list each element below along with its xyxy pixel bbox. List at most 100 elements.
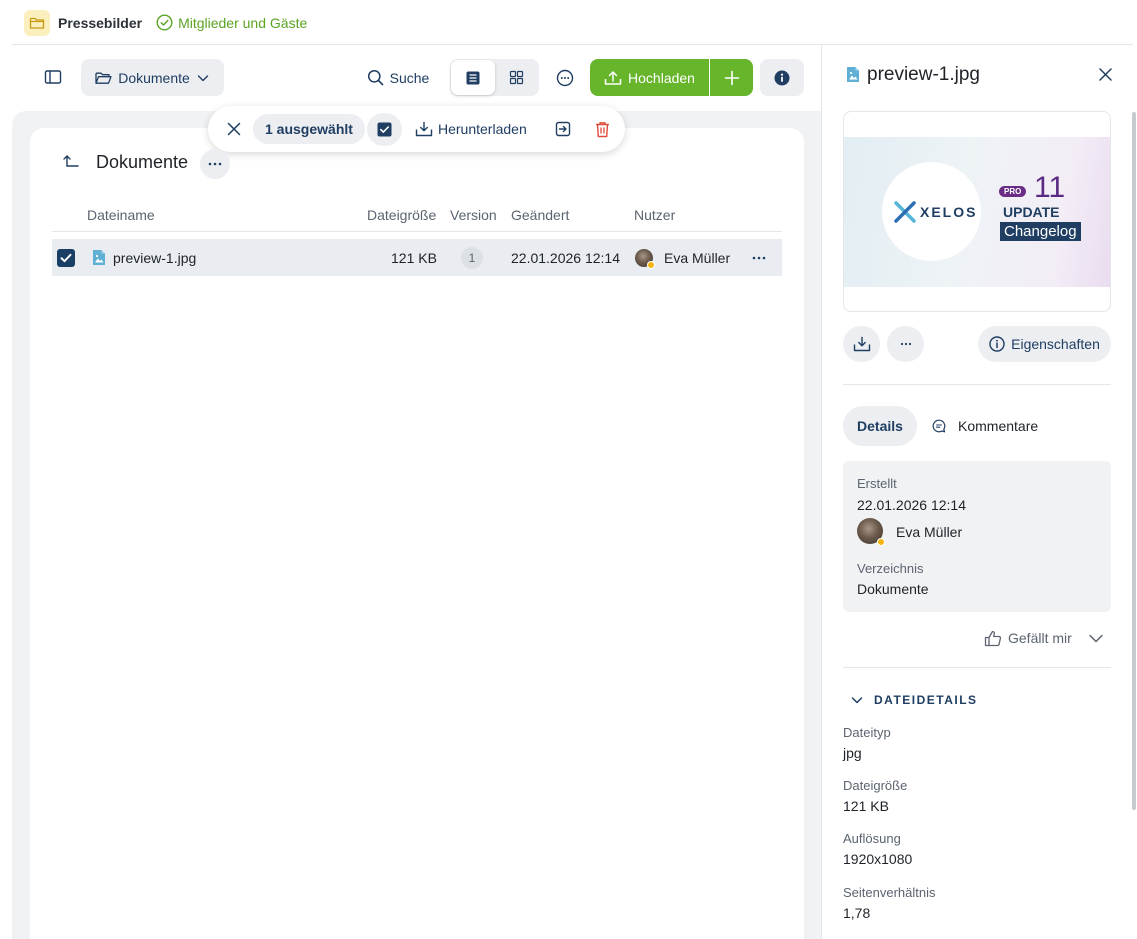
panel-divider-2 (843, 667, 1111, 668)
list-view-button[interactable] (451, 60, 495, 95)
upload-label: Hochladen (628, 69, 695, 86)
toggle-sidebar-button[interactable] (36, 60, 70, 94)
info-panel-button[interactable] (760, 59, 804, 96)
folder-more-button[interactable] (200, 149, 230, 179)
trash-icon (595, 121, 609, 137)
grid-view-button[interactable] (495, 60, 538, 95)
panel-title: preview-1.jpg (867, 64, 980, 85)
row-more-button[interactable] (748, 247, 770, 269)
column-header-user[interactable]: Nutzer (634, 207, 675, 223)
row-checkbox[interactable] (57, 249, 75, 267)
column-header-version[interactable]: Version (450, 207, 497, 223)
plus-icon (724, 70, 739, 85)
details-box: Erstellt 22.01.2026 12:14 Eva Müller Ver… (843, 461, 1111, 612)
create-new-button[interactable] (710, 59, 753, 96)
aspect-ratio-label: Seitenverhältnis (843, 885, 936, 900)
folder-dropdown[interactable]: Dokumente (81, 59, 224, 96)
properties-label: Eigenschaften (1011, 336, 1100, 352)
table-header-divider (52, 231, 782, 232)
row-user-name[interactable]: Eva Müller (664, 250, 730, 266)
like-button[interactable]: Gefällt mir (984, 626, 1072, 650)
more-horizontal-icon (752, 256, 766, 260)
tab-comments-label: Kommentare (958, 418, 1039, 434)
avatar (635, 249, 655, 269)
file-type-value: jpg (843, 745, 862, 761)
topbar-divider (12, 44, 1133, 45)
move-selected-button[interactable] (552, 118, 574, 140)
members-label: Mitglieder und Gäste (178, 14, 308, 31)
grid-view-icon (509, 70, 524, 85)
column-header-size[interactable]: Dateigröße (367, 207, 436, 223)
download-icon (415, 121, 433, 137)
column-header-name[interactable]: Dateiname (87, 207, 155, 223)
pro-badge: PRO (999, 186, 1027, 197)
close-panel-button[interactable] (1095, 64, 1115, 84)
properties-button[interactable]: Eigenschaften (978, 326, 1111, 362)
chevron-down-icon (851, 697, 863, 704)
version-number: 11 (1034, 171, 1066, 204)
space-name[interactable]: Pressebilder (58, 15, 142, 31)
check-icon (60, 253, 72, 263)
close-icon (1098, 67, 1112, 81)
row-file-size: 121 KB (391, 250, 437, 266)
selection-count: 1 ausgewählt (253, 114, 365, 144)
space-folder-icon[interactable] (24, 9, 50, 36)
file-size-label: Dateigröße (843, 778, 908, 793)
chevron-down-icon[interactable] (1087, 629, 1105, 647)
column-header-changed[interactable]: Geändert (511, 207, 569, 223)
delete-selected-button[interactable] (591, 118, 613, 140)
file-preview[interactable]: XELOS PRO 11 UPDATE Changelog (843, 111, 1111, 312)
arrow-up-left-icon (63, 155, 79, 167)
chevron-down-icon (197, 74, 208, 81)
more-options-button[interactable] (549, 62, 580, 93)
upload-icon (604, 70, 622, 85)
changelog-text: Changelog (1000, 222, 1081, 241)
check-circle-icon (156, 14, 173, 31)
parent-folder-button[interactable] (60, 150, 82, 172)
panel-more-button[interactable] (887, 326, 924, 362)
panel-divider-1 (843, 384, 1111, 385)
info-icon (774, 70, 790, 85)
sidebar-icon (44, 70, 62, 84)
more-horizontal-icon (208, 162, 222, 166)
directory-value[interactable]: Dokumente (857, 581, 929, 597)
tab-details[interactable]: Details (843, 406, 917, 446)
select-all-button[interactable] (367, 113, 402, 146)
selection-bar: 1 ausgewählt Herunterladen (208, 106, 625, 152)
xelos-wordmark: XELOS (920, 204, 978, 220)
download-selected-button[interactable]: Herunterladen (415, 118, 527, 140)
folder-title: Dokumente (96, 152, 189, 172)
file-details-toggle[interactable]: DATEIDETAILS (850, 693, 978, 707)
file-type-label: Dateityp (843, 725, 891, 740)
image-file-icon (847, 67, 859, 82)
tab-comments[interactable]: Kommentare (932, 406, 1038, 446)
members-link[interactable]: Mitglieder und Gäste (156, 14, 307, 31)
row-version-badge: 1 (461, 247, 483, 269)
folder-dropdown-label: Dokumente (118, 69, 190, 86)
row-file-name[interactable]: preview-1.jpg (113, 250, 196, 266)
xelos-x-icon (894, 201, 916, 223)
preview-image: XELOS PRO 11 UPDATE Changelog (844, 137, 1110, 287)
image-file-icon (93, 250, 105, 265)
more-circle-icon (556, 69, 573, 86)
resolution-value: 1920x1080 (843, 851, 913, 867)
search-label: Suche (389, 69, 430, 86)
folder-open-icon (95, 72, 112, 84)
xelos-logo: XELOS (894, 201, 977, 223)
resolution-label: Auflösung (843, 831, 901, 846)
file-details-title: DATEIDETAILS (874, 693, 978, 707)
panel-download-button[interactable] (843, 326, 880, 362)
clear-selection-button[interactable] (222, 117, 246, 141)
status-dot (877, 538, 885, 546)
download-label: Herunterladen (438, 121, 527, 137)
search-button[interactable]: Suche (360, 59, 436, 96)
search-icon (367, 69, 383, 86)
created-user[interactable]: Eva Müller (896, 524, 962, 540)
aspect-ratio-value: 1,78 (843, 905, 871, 921)
panel-divider (821, 45, 822, 939)
row-changed-date: 22.01.2026 12:14 (511, 250, 620, 266)
table-row[interactable]: preview-1.jpg 121 KB 1 22.01.2026 12:14 … (52, 239, 782, 276)
upload-button[interactable]: Hochladen (590, 59, 709, 96)
close-icon (227, 122, 241, 136)
panel-scrollbar[interactable] (1132, 112, 1136, 810)
